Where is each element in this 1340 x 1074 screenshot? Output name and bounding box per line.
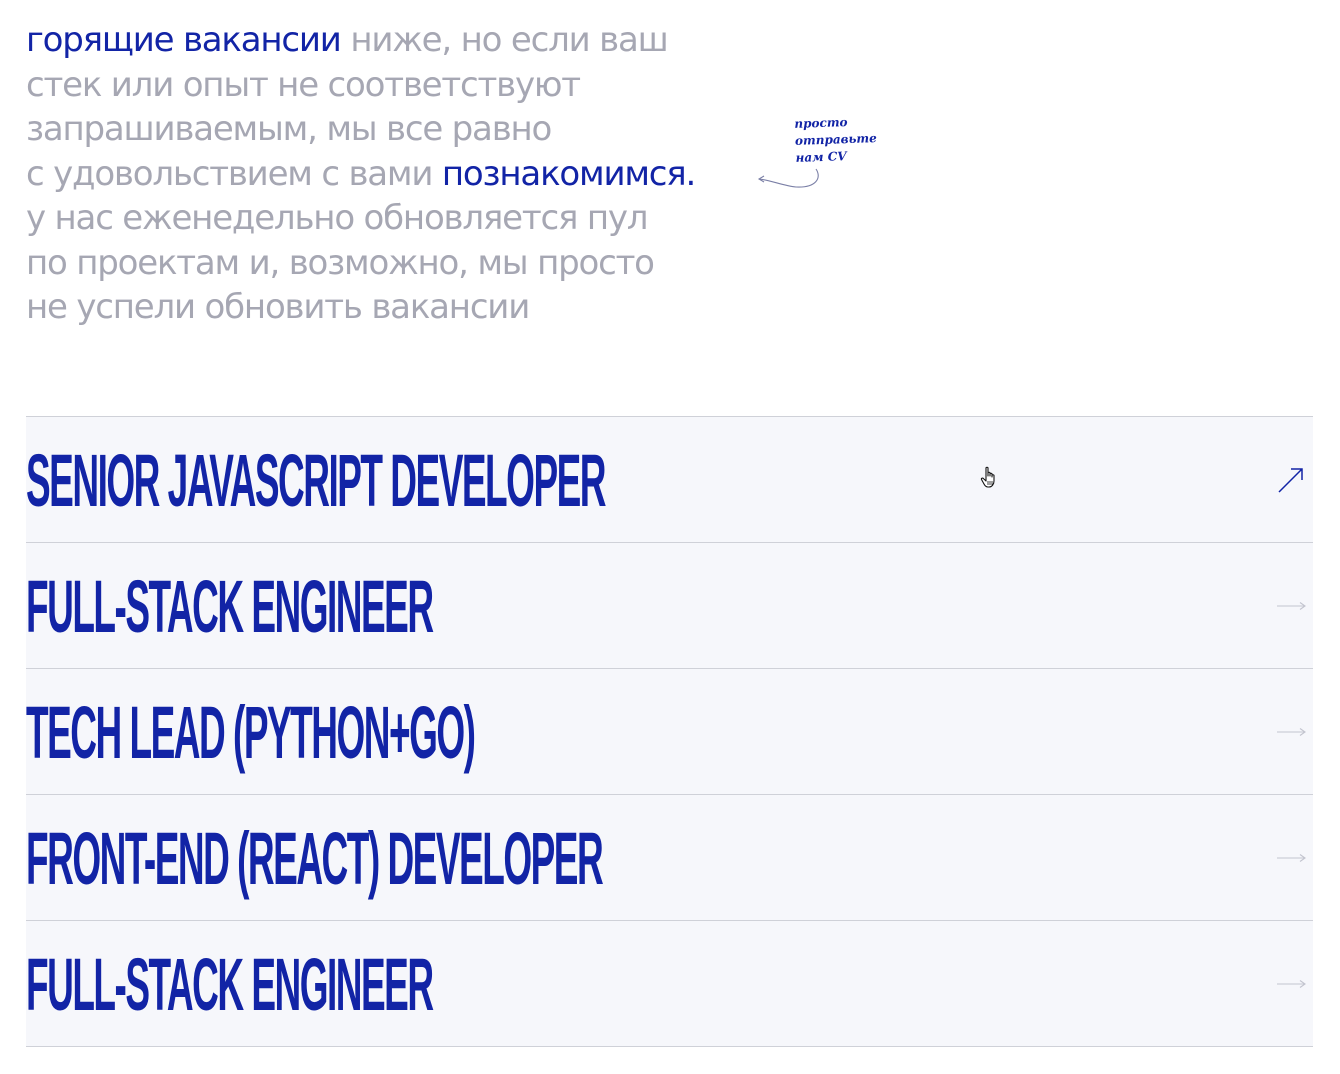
intro-segment: стек или опыт не соответствуют xyxy=(26,64,581,105)
intro-line: не успели обновить вакансии xyxy=(26,285,786,330)
intro-highlight[interactable]: горящие вакансии xyxy=(26,20,342,60)
vacancy-title[interactable]: TECH LEAD (PYTHON+GO) xyxy=(26,693,476,773)
vacancy-title[interactable]: SENIOR JAVASCRIPT DEVELOPER xyxy=(26,441,607,521)
vacancy-title[interactable]: FULL-STACK ENGINEER xyxy=(26,567,434,647)
intro-line: по проектам и, возможно, мы просто xyxy=(26,241,786,286)
vacancy-row[interactable]: FULL-STACK ENGINEER xyxy=(26,921,1313,1047)
vacancy-row[interactable]: FRONT-END (REACT) DEVELOPER xyxy=(26,795,1313,921)
arrow-right-icon[interactable] xyxy=(1275,842,1307,874)
intro-highlight[interactable]: познакомимся. xyxy=(442,154,696,194)
curved-arrow-icon xyxy=(757,168,819,188)
vacancy-title[interactable]: FRONT-END (REACT) DEVELOPER xyxy=(26,819,604,899)
intro-line: стек или опыт не соответствуют xyxy=(26,63,786,108)
arrow-right-icon[interactable] xyxy=(1275,590,1307,622)
intro-segment: с удовольствием с вами xyxy=(26,153,442,194)
vacancy-list: SENIOR JAVASCRIPT DEVELOPER FULL-STACK EN… xyxy=(26,416,1313,1047)
arrow-right-icon[interactable] xyxy=(1275,716,1307,748)
handwritten-note: просто отправьте нам CV xyxy=(794,112,906,167)
intro-line: запрашиваемым, мы все равно xyxy=(26,107,786,152)
vacancy-row[interactable]: TECH LEAD (PYTHON+GO) xyxy=(26,669,1313,795)
intro-segment: не успели обновить вакансии xyxy=(26,287,530,327)
vacancy-row[interactable]: FULL-STACK ENGINEER xyxy=(26,543,1313,669)
arrow-right-icon[interactable] xyxy=(1275,968,1307,1000)
vacancy-title[interactable]: FULL-STACK ENGINEER xyxy=(26,945,434,1025)
intro-segment: запрашиваемым, мы все равно xyxy=(26,109,552,149)
intro-text: горящие вакансии ниже, но если ваш стек и… xyxy=(26,18,786,330)
intro-segment: у нас еженедельно обновляется пул xyxy=(26,198,649,238)
intro-segment: ниже, но если ваш xyxy=(340,20,668,60)
intro-line: горящие вакансии ниже, но если ваш xyxy=(26,18,786,63)
hand-pointer-icon xyxy=(980,466,995,488)
intro-line: у нас еженедельно обновляется пул xyxy=(26,196,786,241)
note-line: нам CV xyxy=(795,149,847,165)
intro-line: с удовольствием с вами познакомимся. xyxy=(26,152,786,197)
intro-segment: по проектам и, возможно, мы просто xyxy=(26,242,655,283)
vacancy-row[interactable]: SENIOR JAVASCRIPT DEVELOPER xyxy=(26,417,1313,543)
arrow-up-right-icon[interactable] xyxy=(1275,464,1307,496)
